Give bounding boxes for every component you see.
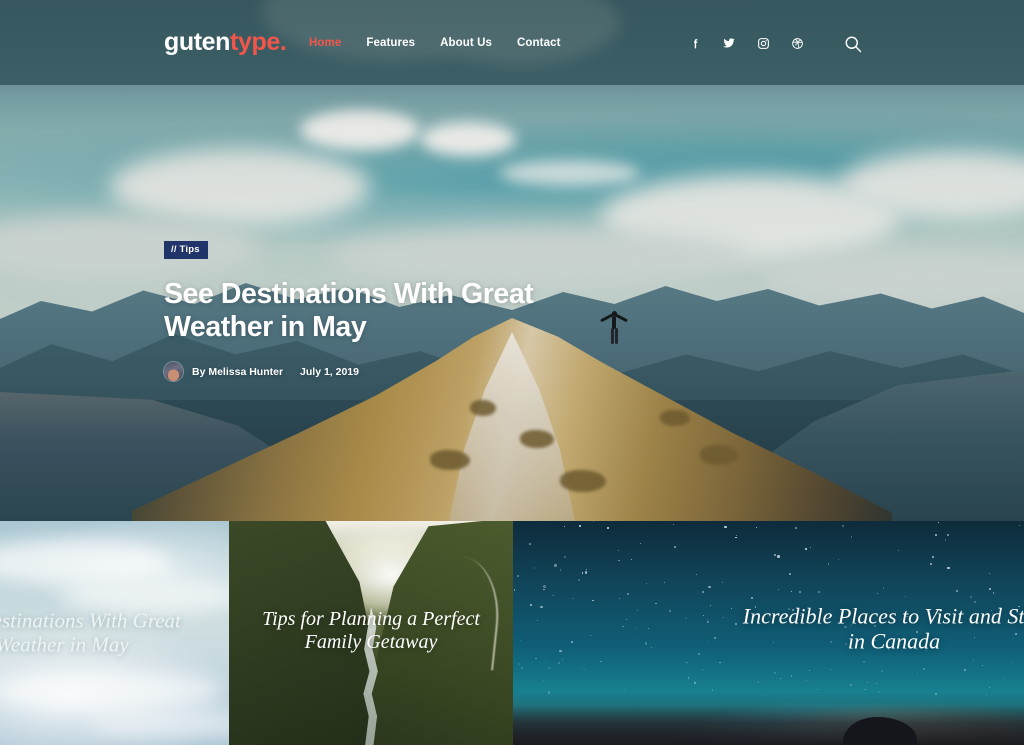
nav-item-home[interactable]: Home <box>309 37 341 49</box>
cloud <box>420 122 516 156</box>
social-links <box>688 36 804 50</box>
instagram-icon[interactable] <box>756 36 770 50</box>
twitter-icon[interactable] <box>722 36 736 50</box>
main-navigation: Home Features About Us Contact <box>309 37 561 49</box>
nav-item-features[interactable]: Features <box>366 37 415 49</box>
scrub <box>520 430 554 448</box>
avatar <box>164 362 183 382</box>
category-badge[interactable]: // Tips <box>164 241 208 259</box>
featured-card-row: See Destinations With Great Weather in M… <box>0 521 1024 745</box>
scrub <box>560 470 606 492</box>
hero-content: // Tips See Destinations With Great Weat… <box>164 239 784 382</box>
hero-title[interactable]: See Destinations With Great Weather in M… <box>164 278 584 345</box>
hero-byline: By Melissa Hunter July 1, 2019 <box>164 362 784 382</box>
card-title[interactable]: Tips for Planning a Perfect Family Getaw… <box>229 608 513 654</box>
cloud <box>500 160 640 186</box>
cloud <box>300 110 420 150</box>
scrub <box>660 410 690 426</box>
logo-text-primary: guten <box>164 28 231 56</box>
scrub <box>430 450 470 470</box>
cloud <box>110 148 370 226</box>
author-name[interactable]: By Melissa Hunter <box>192 366 283 378</box>
publish-date: July 1, 2019 <box>300 365 359 378</box>
card-title[interactable]: Incredible Places to Visit and Stay in C… <box>729 603 1024 654</box>
card-title[interactable]: See Destinations With Great Weather in M… <box>0 609 212 658</box>
nav-item-contact[interactable]: Contact <box>517 37 561 49</box>
nav-item-about-us[interactable]: About Us <box>440 37 492 49</box>
site-logo[interactable]: gutentype. <box>164 28 287 56</box>
page-root: // Tips See Destinations With Great Weat… <box>0 0 1024 745</box>
scrub <box>470 400 496 416</box>
scrub <box>700 445 738 465</box>
logo-text-accent: type. <box>230 28 287 56</box>
card-destinations-weather[interactable]: See Destinations With Great Weather in M… <box>0 521 229 745</box>
card-canada-places[interactable]: Incredible Places to Visit and Stay in C… <box>513 521 1024 745</box>
facebook-icon[interactable] <box>688 36 702 50</box>
dribbble-icon[interactable] <box>790 36 804 50</box>
site-header: gutentype. Home Features About Us Contac… <box>0 0 1024 85</box>
card-family-getaway[interactable]: Tips for Planning a Perfect Family Getaw… <box>229 521 513 745</box>
search-icon[interactable] <box>843 34 863 54</box>
